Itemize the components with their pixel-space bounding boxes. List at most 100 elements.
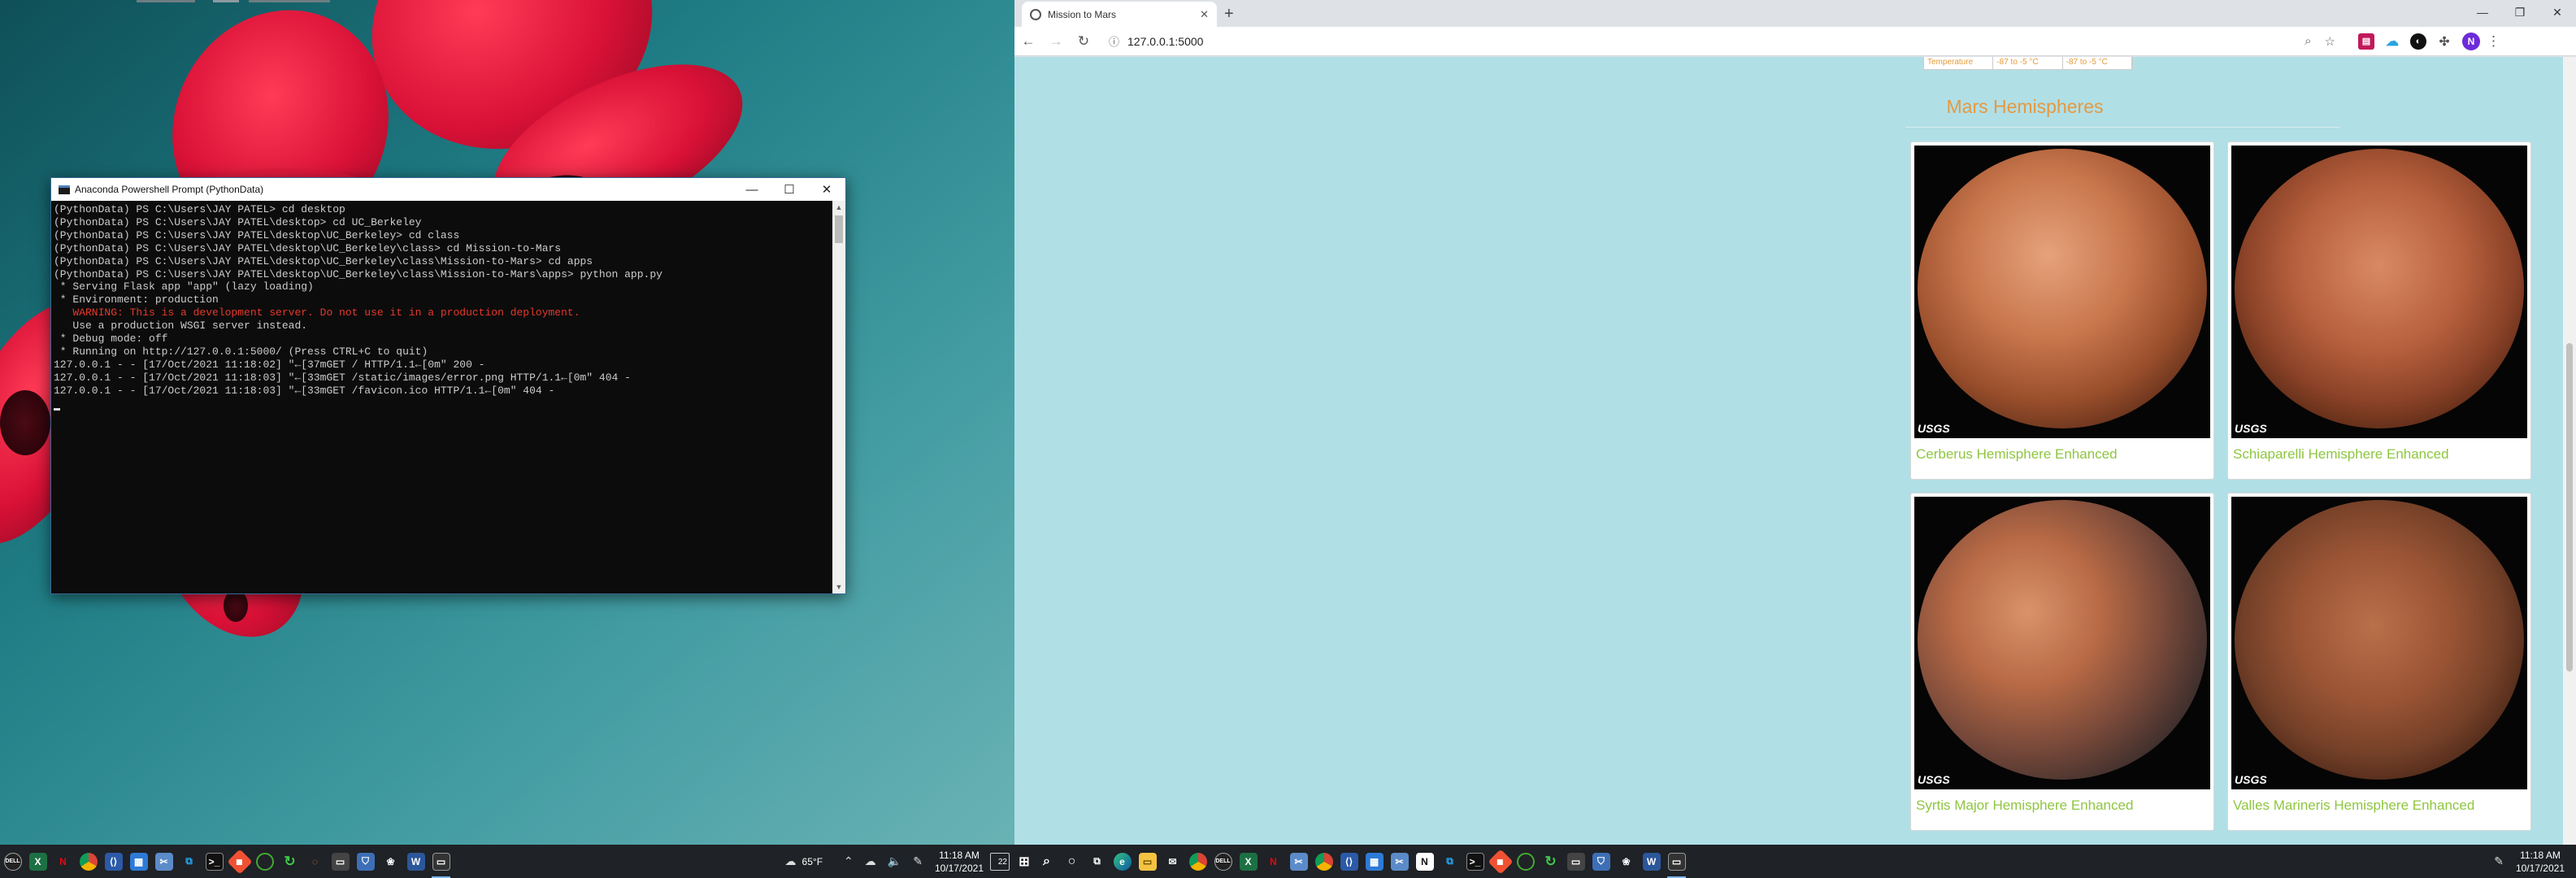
- calendar-icon[interactable]: ▦: [126, 845, 151, 878]
- snip-sketch-icon[interactable]: ✂: [1387, 845, 1412, 878]
- chrome-dev-icon[interactable]: [1311, 845, 1336, 878]
- chrome-icon[interactable]: [1185, 845, 1210, 878]
- calendar-icon[interactable]: ▦: [1362, 845, 1387, 878]
- chevron-up-icon[interactable]: ⌃: [844, 854, 854, 868]
- word-icon[interactable]: W: [1639, 845, 1664, 878]
- maximize-button[interactable]: ☐: [771, 182, 808, 197]
- bookmark-star-icon[interactable]: ☆: [2325, 34, 2335, 49]
- hemisphere-image[interactable]: USGS: [1914, 146, 2210, 438]
- vscode-insiders-icon[interactable]: ⟨⟩: [101, 845, 126, 878]
- windows-start-icon[interactable]: ⊞: [1014, 845, 1034, 878]
- snip-icon[interactable]: ✂: [1286, 845, 1311, 878]
- profile-avatar[interactable]: N: [2462, 32, 2480, 50]
- puzzle-extensions-icon[interactable]: ✣: [2436, 33, 2452, 50]
- netflix-icon[interactable]: N: [1261, 845, 1286, 878]
- terminal-taskbar-icon[interactable]: >_: [202, 845, 227, 878]
- anaconda-icon[interactable]: [252, 845, 277, 878]
- hemisphere-title-link[interactable]: Syrtis Major Hemisphere Enhanced: [1916, 798, 2133, 814]
- cortana-icon[interactable]: ○: [1059, 845, 1084, 878]
- restore-button[interactable]: ❐: [2501, 0, 2539, 24]
- close-button[interactable]: ✕: [808, 182, 845, 197]
- powershell-taskbar-icon[interactable]: ▭: [1664, 845, 1689, 878]
- dell-icon[interactable]: DELL: [0, 845, 25, 878]
- terminal-scrollbar[interactable]: ▲ ▼: [832, 201, 845, 593]
- scroll-up-arrow-icon[interactable]: ▲: [832, 203, 845, 211]
- powershell-window[interactable]: Anaconda Powershell Prompt (PythonData) …: [50, 177, 846, 594]
- weather-icon[interactable]: ☁: [785, 854, 797, 868]
- edge-icon[interactable]: e: [1110, 845, 1135, 878]
- hemisphere-title-link[interactable]: Valles Marineris Hemisphere Enhanced: [2233, 798, 2474, 814]
- tab-close-icon[interactable]: ✕: [1200, 8, 1209, 21]
- hemisphere-title-link[interactable]: Cerberus Hemisphere Enhanced: [1916, 446, 2118, 463]
- vpn-icon[interactable]: ⛉: [353, 845, 378, 878]
- chrome-icon[interactable]: [76, 845, 101, 878]
- onedrive-icon[interactable]: ☁: [865, 854, 876, 868]
- browser-tab[interactable]: Mission to Mars ✕: [1022, 2, 1217, 27]
- url-text[interactable]: 127.0.0.1:5000: [1127, 35, 1203, 48]
- minimize-button[interactable]: —: [733, 183, 771, 197]
- task-view-icon[interactable]: ⧉: [1084, 845, 1110, 878]
- anaconda-icon[interactable]: [1513, 845, 1538, 878]
- scrollbar-thumb[interactable]: [2566, 343, 2573, 672]
- window-titlebar[interactable]: Anaconda Powershell Prompt (PythonData) …: [51, 178, 845, 201]
- minimize-button[interactable]: —: [2464, 0, 2501, 24]
- terminal-line: 127.0.0.1 - - [17/Oct/2021 11:18:03] "←[…: [54, 384, 555, 397]
- terminal-taskbar-icon[interactable]: >_: [1462, 845, 1488, 878]
- system-tray-right: ✎ 11:18 AM 10/17/2021: [2488, 849, 2576, 875]
- hemisphere-image[interactable]: USGS: [2231, 146, 2527, 438]
- address-bar[interactable]: ⓘ 127.0.0.1:5000 ⌕ ☆: [1102, 29, 2342, 53]
- clock-left[interactable]: 11:18 AM 10/17/2021: [935, 849, 984, 875]
- mail-icon[interactable]: ✉: [1160, 845, 1185, 878]
- globe-icon: [1030, 8, 1041, 20]
- terminal-output[interactable]: (PythonData) PS C:\Users\JAY PATEL> cd d…: [51, 201, 832, 593]
- snip-icon[interactable]: ✂: [151, 845, 176, 878]
- weather-temp[interactable]: 65°F: [802, 856, 823, 867]
- clock-date: 10/17/2021: [2515, 862, 2565, 874]
- new-tab-button[interactable]: +: [1224, 5, 1234, 24]
- close-button[interactable]: ✕: [2539, 0, 2576, 24]
- forward-arrow-icon[interactable]: →: [1042, 33, 1070, 50]
- git-icon[interactable]: ◆: [1487, 845, 1514, 878]
- terminal-line: (PythonData) PS C:\Users\JAY PATEL\deskt…: [54, 228, 460, 241]
- scroll-down-arrow-icon[interactable]: ▼: [832, 583, 845, 591]
- excel-icon[interactable]: X: [25, 845, 50, 878]
- excel-icon[interactable]: X: [1236, 845, 1261, 878]
- hemisphere-image[interactable]: USGS: [1914, 497, 2210, 789]
- file-explorer-icon[interactable]: ▭: [1135, 845, 1160, 878]
- netflix-icon[interactable]: N: [50, 845, 76, 878]
- notification-center-button[interactable]: 22: [990, 852, 1010, 871]
- hemisphere-title-link[interactable]: Schiaparelli Hemisphere Enhanced: [2233, 446, 2449, 463]
- powershell-taskbar-icon[interactable]: ▭: [428, 845, 454, 878]
- vscode-icon[interactable]: ⧉: [1437, 845, 1462, 878]
- back-arrow-icon[interactable]: ←: [1014, 33, 1042, 50]
- kebab-menu-icon[interactable]: ⋮: [2487, 33, 2500, 50]
- window-app-icon[interactable]: ▭: [1563, 845, 1588, 878]
- vscode-icon[interactable]: ⧉: [176, 845, 202, 878]
- reload-icon[interactable]: ↻: [1070, 33, 1097, 50]
- dell-icon[interactable]: DELL: [1210, 845, 1236, 878]
- refresh-app-icon[interactable]: ↻: [1538, 845, 1563, 878]
- refresh-app-icon[interactable]: ↻: [277, 845, 302, 878]
- leaf-app-icon[interactable]: ❀: [378, 845, 403, 878]
- page-scrollbar[interactable]: [2563, 57, 2576, 845]
- vpn-icon[interactable]: ⛉: [1588, 845, 1614, 878]
- zoom-icon[interactable]: ⌕: [2304, 34, 2311, 49]
- dark-extension-icon[interactable]: ◐: [2410, 33, 2426, 50]
- scrollbar-thumb[interactable]: [835, 215, 843, 243]
- hemisphere-image[interactable]: USGS: [2231, 497, 2527, 789]
- git-icon[interactable]: ◆: [226, 845, 253, 878]
- extension-icon[interactable]: ▤: [2358, 33, 2374, 50]
- info-icon[interactable]: ⓘ: [1109, 33, 1119, 49]
- pen-icon[interactable]: ✎: [913, 854, 923, 868]
- pen-icon[interactable]: ✎: [2494, 854, 2504, 868]
- window-app-icon[interactable]: ▭: [328, 845, 353, 878]
- jupyter-icon[interactable]: ◌: [302, 845, 328, 878]
- notion-icon[interactable]: N: [1412, 845, 1437, 878]
- search-icon[interactable]: ⌕: [1034, 845, 1059, 878]
- word-icon[interactable]: W: [403, 845, 428, 878]
- clock-right[interactable]: 11:18 AM 10/17/2021: [2516, 849, 2565, 875]
- leaf-app-icon[interactable]: ❀: [1614, 845, 1639, 878]
- cloud-extension-icon[interactable]: ☁: [2384, 33, 2400, 50]
- vscode-insiders-icon[interactable]: ⟨⟩: [1336, 845, 1362, 878]
- volume-icon[interactable]: 🔈: [888, 854, 901, 868]
